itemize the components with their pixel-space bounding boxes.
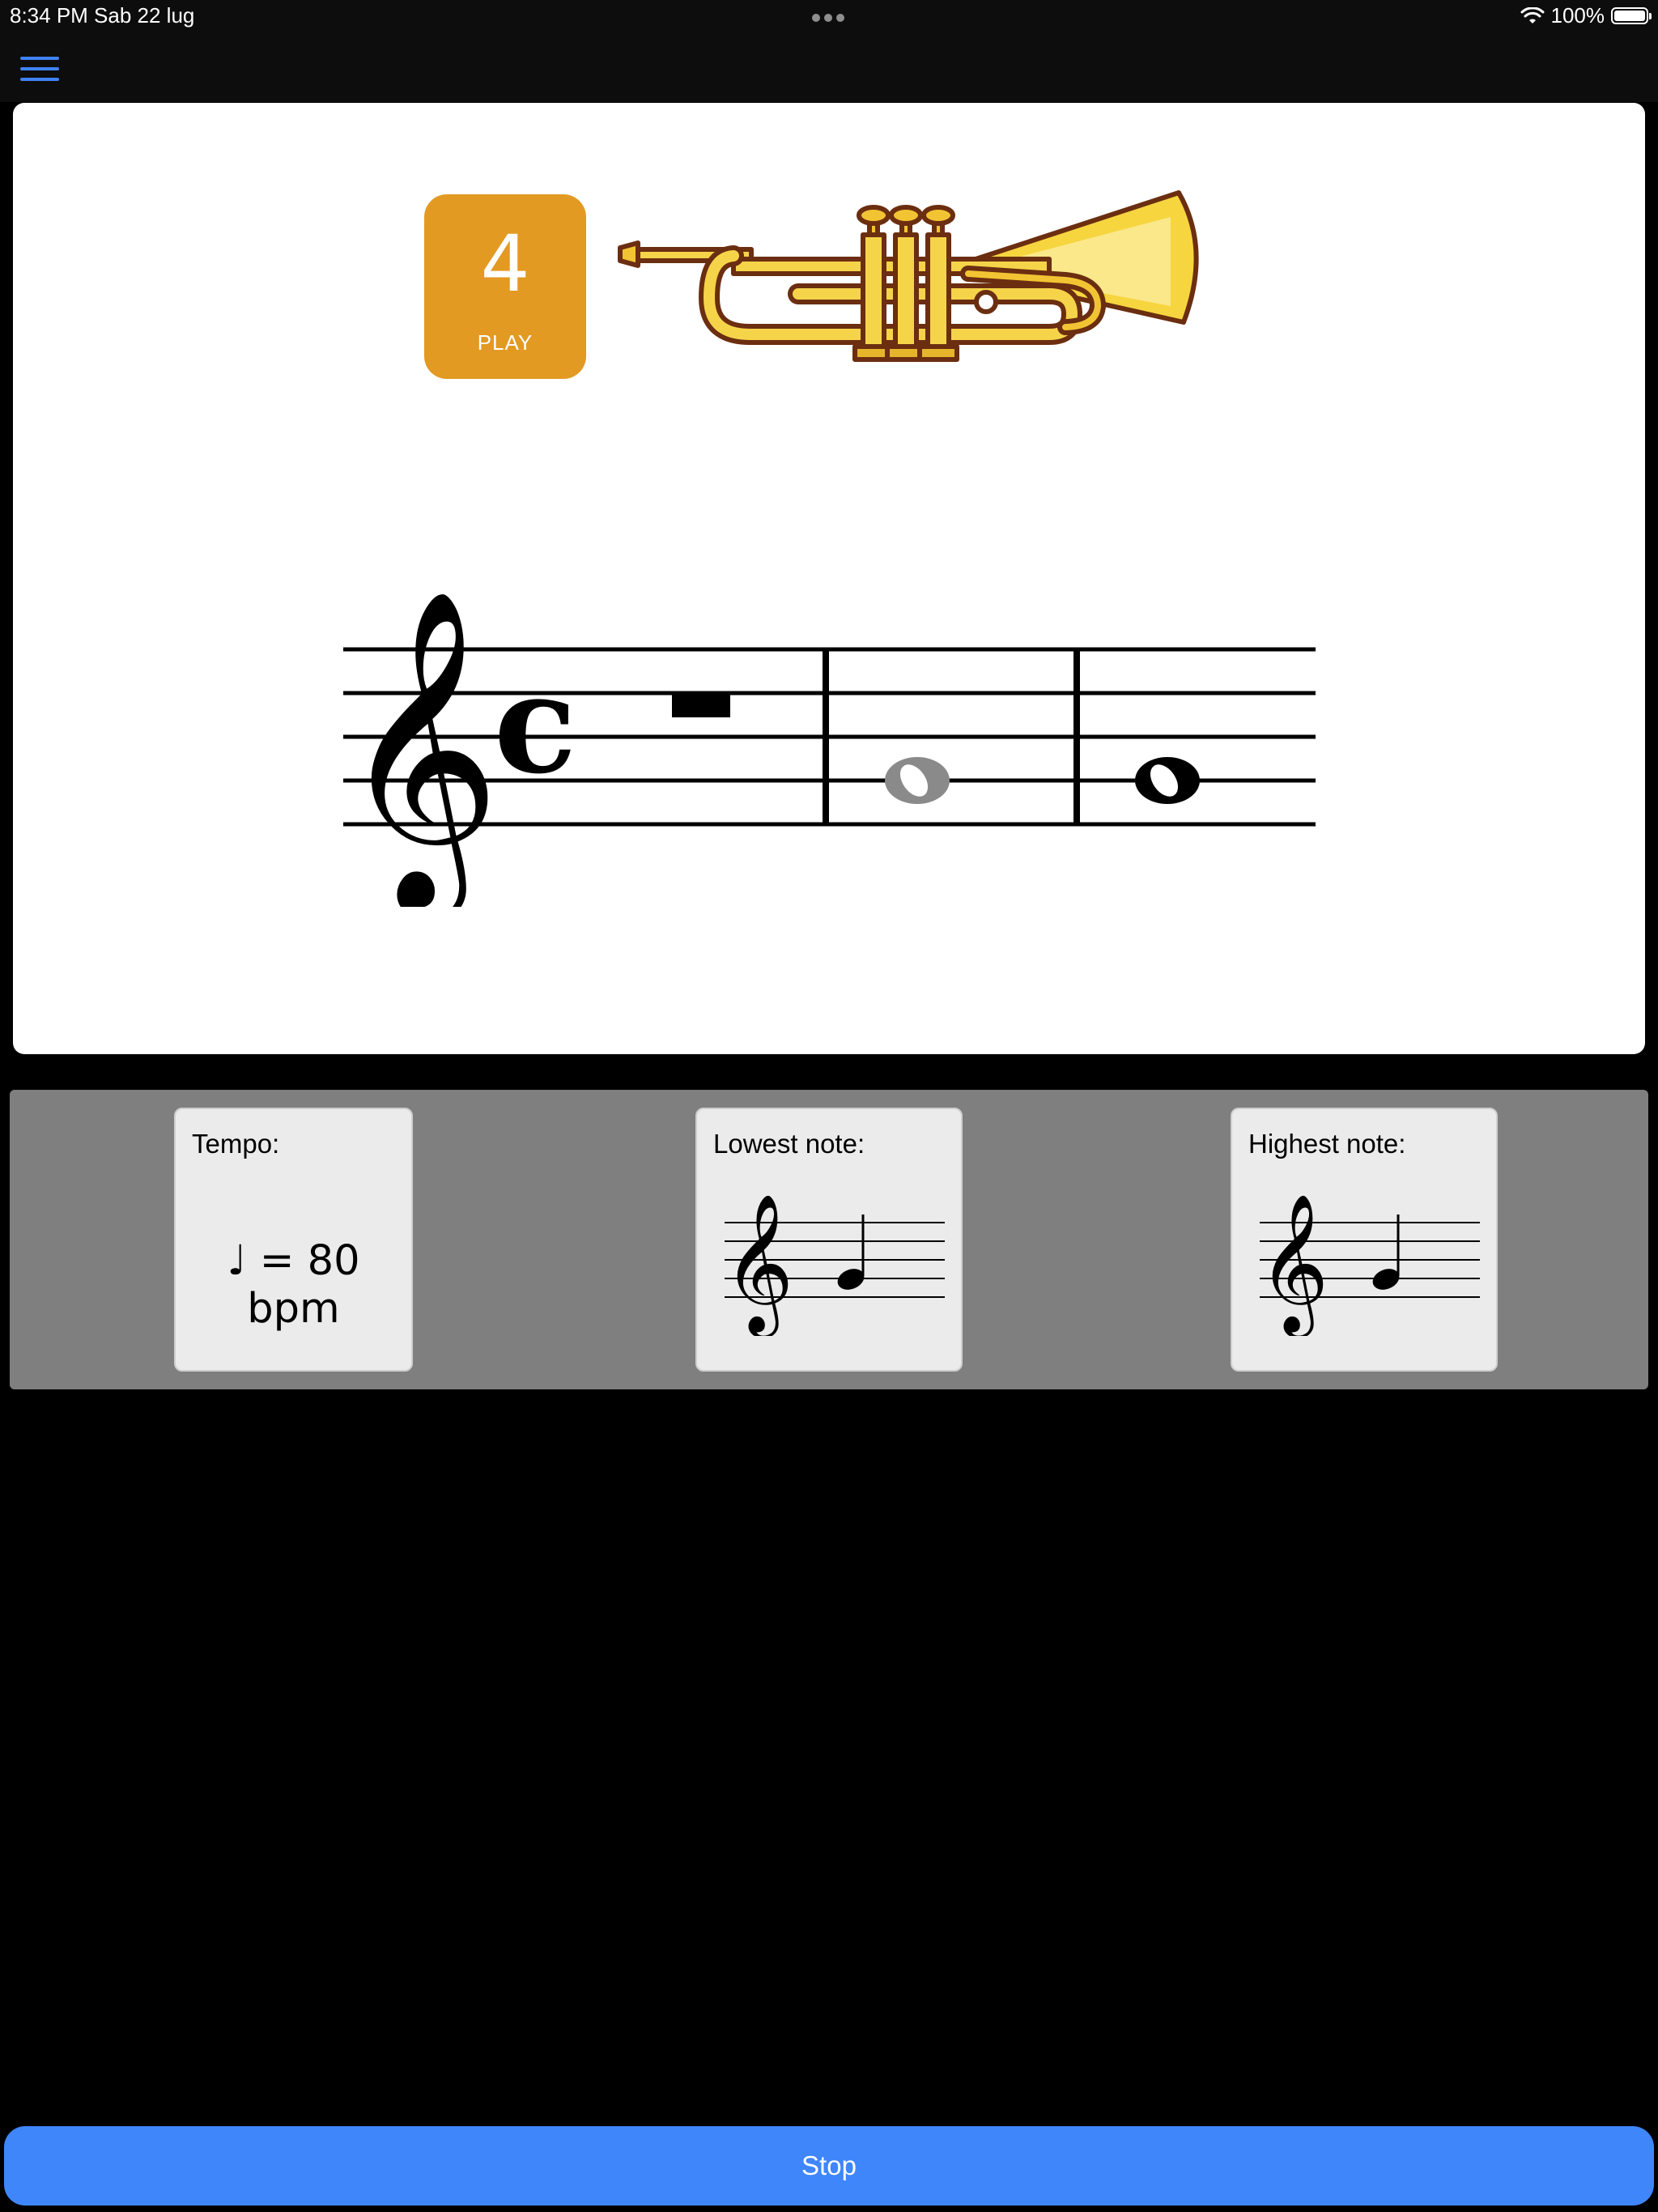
status-time-date: 8:34 PM Sab 22 lug <box>10 3 195 28</box>
tempo-card[interactable]: Tempo: ♩ = 80 bpm <box>174 1108 413 1372</box>
lowest-note-staff: 𝄞 <box>725 1193 945 1336</box>
tempo-value: ♩ = 80 bpm <box>227 1237 360 1333</box>
battery-percent: 100% <box>1550 3 1605 28</box>
whole-note-current <box>1135 757 1200 804</box>
time-signature-common: c <box>494 644 576 804</box>
treble-clef: 𝄞 <box>725 1193 793 1336</box>
lowest-note-title: Lowest note: <box>713 1129 865 1159</box>
wifi-icon <box>1520 6 1544 23</box>
music-score: 𝄞 c <box>340 587 1316 907</box>
tempo-title: Tempo: <box>192 1129 280 1159</box>
play-label: PLAY <box>477 330 534 355</box>
top-bar: 8:34 PM Sab 22 lug 100% <box>0 0 1658 102</box>
status-right: 100% <box>1520 3 1652 28</box>
countdown-number: 4 <box>480 219 530 309</box>
lowest-note-card[interactable]: Lowest note: 𝄞 <box>695 1108 963 1372</box>
whole-rest <box>672 693 730 717</box>
more-dots-icon[interactable] <box>812 11 848 26</box>
whole-note-played <box>885 757 950 804</box>
stop-button[interactable]: Stop <box>4 2126 1654 2206</box>
play-countdown-button[interactable]: 4 PLAY <box>424 194 586 379</box>
trumpet-icon <box>618 190 1199 362</box>
treble-clef: 𝄞 <box>340 587 501 907</box>
highest-note-card[interactable]: Highest note: 𝄞 <box>1231 1108 1498 1372</box>
hamburger-menu-icon[interactable] <box>20 57 59 83</box>
battery-icon <box>1611 7 1652 24</box>
treble-clef: 𝄞 <box>1260 1193 1329 1336</box>
highest-note-title: Highest note: <box>1248 1129 1406 1159</box>
highest-note-staff: 𝄞 <box>1260 1193 1480 1336</box>
